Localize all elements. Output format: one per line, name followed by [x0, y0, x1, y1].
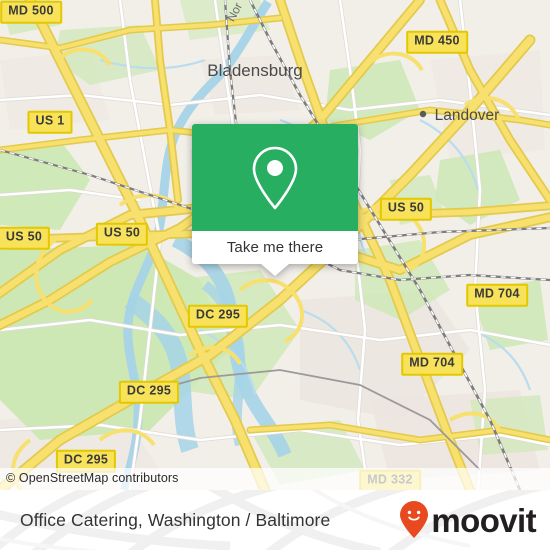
- page-title: Office Catering, Washington / Baltimore: [20, 509, 331, 530]
- popup-header: [192, 124, 358, 231]
- footer-bar: Office Catering, Washington / Baltimore …: [0, 490, 550, 550]
- place-label-landover: Landover: [435, 107, 500, 124]
- moovit-smiley-pin-icon: [400, 501, 429, 538]
- moovit-logo[interactable]: moovit: [399, 500, 537, 540]
- map-pin-icon: [252, 146, 298, 209]
- place-label-bladensburg: Bladensburg: [207, 61, 302, 80]
- location-popup[interactable]: Take me there: [192, 124, 358, 276]
- popup-pointer: [261, 264, 289, 276]
- place-dot-landover: [419, 110, 427, 118]
- moovit-wordmark: moovit: [431, 501, 536, 539]
- take-me-there-button[interactable]: Take me there: [192, 231, 358, 264]
- map-attribution: © OpenStreetMap contributors: [0, 468, 550, 490]
- moovit-map-screen: Bladensburg Landover Nor MD 500 MD 450 US …: [0, 0, 550, 550]
- popup-body: Take me there: [192, 124, 358, 264]
